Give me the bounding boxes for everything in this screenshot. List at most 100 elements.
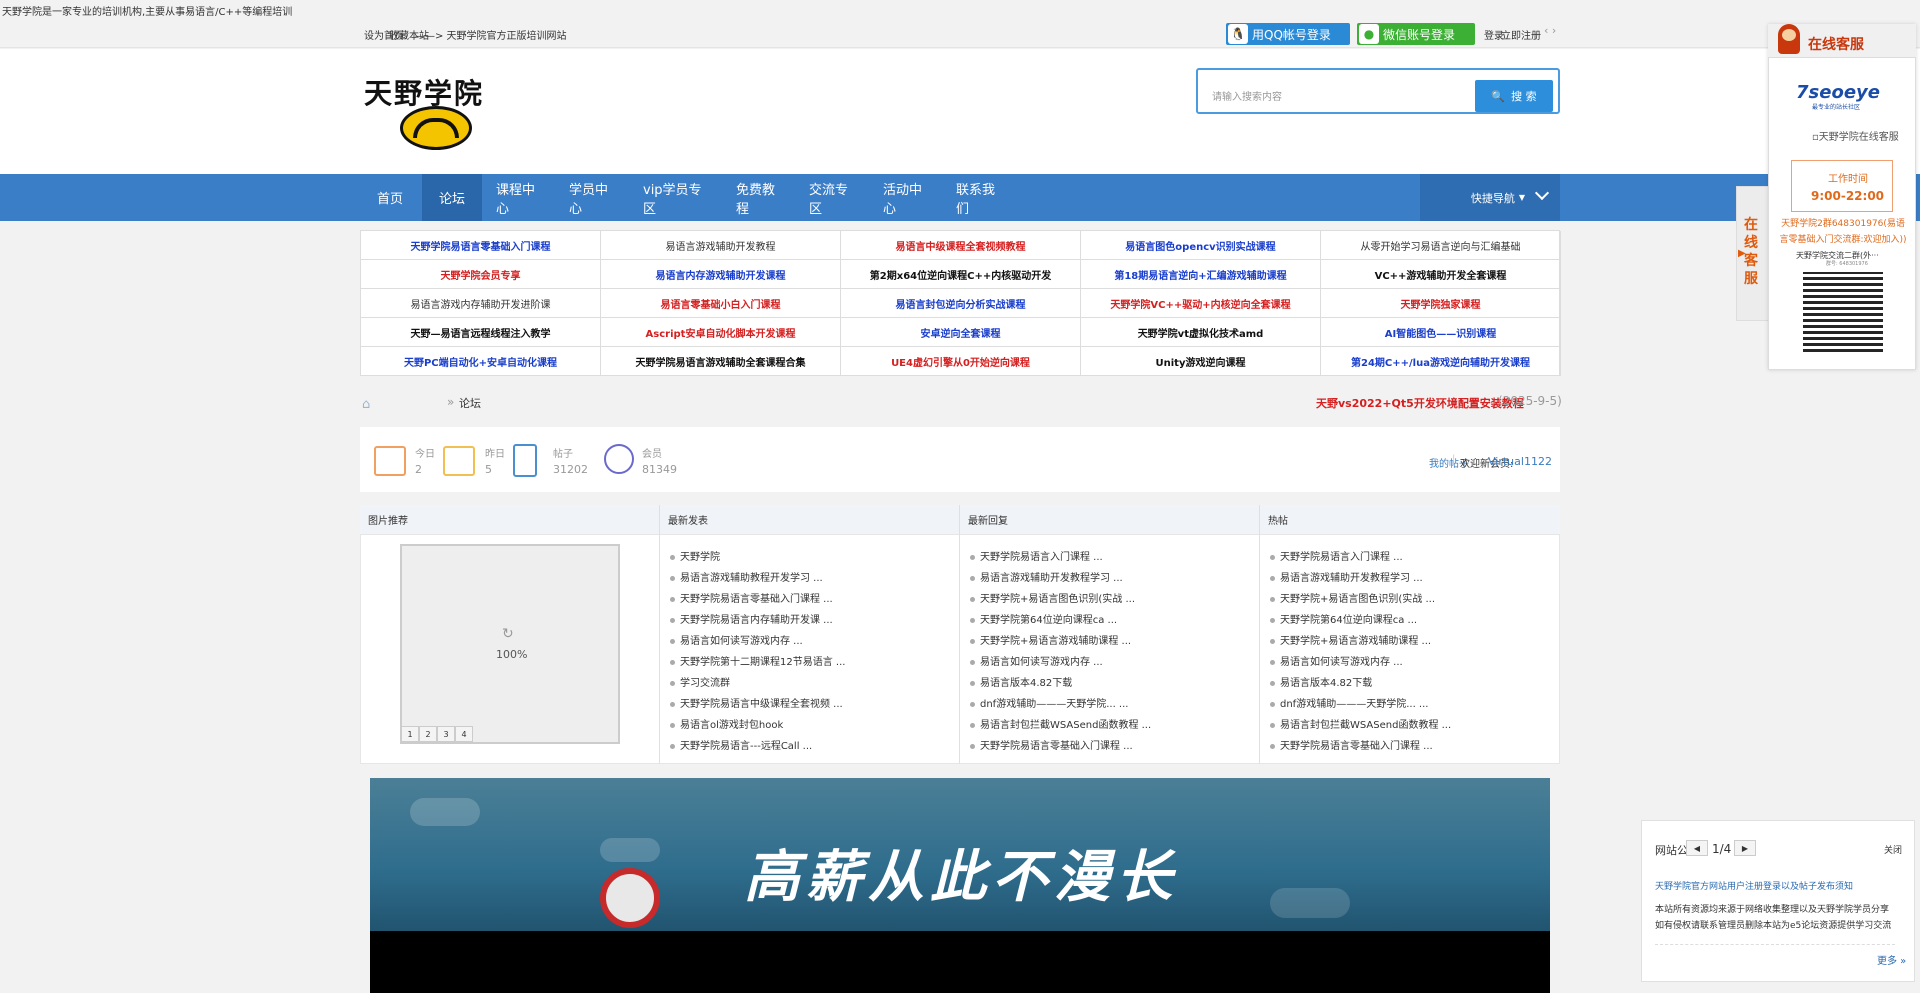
- course-link[interactable]: 天野学院易语言零基础入门课程: [361, 231, 601, 260]
- course-link[interactable]: UE4虚幻引擎从0开始逆向课程: [841, 347, 1081, 376]
- qq-group-info[interactable]: 天野学院2群648301976(易语言零基础入门交流群:欢迎加入)): [1778, 216, 1908, 248]
- latest-reply-item[interactable]: 天野学院+易语言图色识别(实战 ...: [970, 590, 1135, 605]
- image-slider[interactable]: [400, 544, 620, 744]
- nav-item-vip[interactable]: vip学员专区: [643, 174, 711, 221]
- nav-item-activities[interactable]: 活动中心: [883, 174, 931, 221]
- slider-page-2[interactable]: 2: [419, 726, 437, 742]
- course-link[interactable]: 第2期x64位逆向课程C++内核驱动开发: [841, 260, 1081, 289]
- hot-post-item[interactable]: 易语言封包拦截WSASend函数教程 ...: [1270, 716, 1451, 731]
- latest-post-item[interactable]: 天野学院第十二期课程12节易语言 ...: [670, 653, 845, 668]
- news-headline-link[interactable]: 天野vs2022+Qt5开发环境配置安装教程: [1316, 395, 1524, 411]
- course-link[interactable]: 第18期易语言逆向+汇编游戏辅助课程: [1081, 260, 1321, 289]
- course-link[interactable]: Unity游戏逆向课程: [1081, 347, 1321, 376]
- course-link[interactable]: AI智能图色——识别课程: [1321, 318, 1561, 347]
- latest-post-item[interactable]: 天野学院: [670, 548, 720, 563]
- latest-post-item[interactable]: 天野学院易语言零基础入门课程 ...: [670, 590, 833, 605]
- wechat-login-button[interactable]: ● 微信账号登录: [1357, 23, 1475, 45]
- latest-reply-item[interactable]: 易语言封包拦截WSASend函数教程 ...: [970, 716, 1151, 731]
- latest-reply-item[interactable]: 天野学院易语言入门课程 ...: [970, 548, 1103, 563]
- nav-item-courses[interactable]: 课程中心: [496, 174, 544, 221]
- slider-page-4[interactable]: 4: [455, 726, 473, 742]
- nav-item-contact[interactable]: 联系我们: [956, 174, 1004, 221]
- course-link[interactable]: 易语言零基础小白入门课程: [601, 289, 841, 318]
- chevron-down-icon[interactable]: [1534, 185, 1550, 202]
- register-link[interactable]: 立即注册: [1501, 27, 1541, 42]
- course-link[interactable]: 天野学院独家课程: [1321, 289, 1561, 318]
- latest-reply-item[interactable]: 易语言如何读写游戏内存 ...: [970, 653, 1103, 668]
- hot-post-item[interactable]: 天野学院+易语言图色识别(实战 ...: [1270, 590, 1435, 605]
- course-link[interactable]: 天野学院会员专享: [361, 260, 601, 289]
- home-icon[interactable]: ⌂: [362, 397, 370, 412]
- site-logo-text[interactable]: 天野学院: [364, 72, 484, 112]
- new-member-link[interactable]: Virtual1122: [1488, 455, 1552, 468]
- hot-post-item[interactable]: 易语言游戏辅助开发教程学习 ...: [1270, 569, 1423, 584]
- notice-more-link[interactable]: 更多 »: [1877, 952, 1906, 967]
- hot-post-item[interactable]: 天野学院易语言零基础入门课程 ...: [1270, 737, 1433, 752]
- notice-page: 1/4: [1712, 842, 1732, 856]
- site-logo-badge[interactable]: [400, 106, 472, 150]
- latest-post-item[interactable]: 天野学院易语言内存辅助开发课 ...: [670, 611, 833, 626]
- latest-post-item[interactable]: 易语言ol游戏封包hook: [670, 716, 783, 731]
- qq-login-button[interactable]: 🐧 用QQ帐号登录: [1226, 23, 1350, 45]
- breadcrumb-current[interactable]: 论坛: [459, 395, 481, 411]
- course-link[interactable]: 天野学院易语言游戏辅助全套课程合集: [601, 347, 841, 376]
- caret-left-icon: ◀: [1693, 843, 1701, 853]
- latest-post-item[interactable]: 易语言游戏辅助教程开发学习 ...: [670, 569, 823, 584]
- latest-reply-item[interactable]: 易语言版本4.82下载: [970, 674, 1072, 689]
- search-button[interactable]: 🔍 搜 索: [1475, 80, 1553, 112]
- hot-post-item[interactable]: 天野学院+易语言游戏辅助课程 ...: [1270, 632, 1431, 647]
- notice-prev-button[interactable]: ◀: [1686, 840, 1708, 856]
- slider-page-3[interactable]: 3: [437, 726, 455, 742]
- slider-page-1[interactable]: 1: [401, 726, 419, 742]
- course-link[interactable]: 易语言封包逆向分析实战课程: [841, 289, 1081, 318]
- hot-post-item[interactable]: 易语言如何读写游戏内存 ...: [1270, 653, 1403, 668]
- latest-reply-item[interactable]: 易语言游戏辅助开发教程学习 ...: [970, 569, 1123, 584]
- prev-next-arrows-icon[interactable]: ‹ ›: [1544, 24, 1556, 37]
- course-link[interactable]: VC++游戏辅助开发全套课程: [1321, 260, 1561, 289]
- course-link[interactable]: 天野PC端自动化+安卓自动化课程: [361, 347, 601, 376]
- course-link[interactable]: 易语言图色opencv识别实战课程: [1081, 231, 1321, 260]
- nav-item-exchange[interactable]: 交流专区: [809, 174, 857, 221]
- course-link[interactable]: 天野—易语言远程线程注入教学: [361, 318, 601, 347]
- notice-headline-link[interactable]: 天野学院官方网站用户注册登录以及帖子发布须知: [1655, 879, 1905, 892]
- course-link[interactable]: 易语言内存游戏辅助开发课程: [601, 260, 841, 289]
- latest-post-item[interactable]: 天野学院易语言---远程Call ...: [670, 737, 812, 752]
- course-link[interactable]: 从零开始学习易语言逆向与汇编基础: [1321, 231, 1561, 260]
- course-link[interactable]: 天野学院vt虚拟化技术amd: [1081, 318, 1321, 347]
- notice-close-link[interactable]: 关闭: [1884, 843, 1902, 856]
- nav-item-free[interactable]: 免费教程: [736, 174, 784, 221]
- course-link[interactable]: Ascript安卓自动化脚本开发课程: [601, 318, 841, 347]
- nav-item-home[interactable]: 首页: [372, 174, 408, 221]
- latest-reply-item[interactable]: 天野学院易语言零基础入门课程 ...: [970, 737, 1133, 752]
- nav-item-students[interactable]: 学员中心: [569, 174, 617, 221]
- course-link[interactable]: 天野学院VC++驱动+内核逆向全套课程: [1081, 289, 1321, 318]
- latest-post-item[interactable]: 天野学院易语言中级课程全套视频 ...: [670, 695, 843, 710]
- quick-nav-label: 快捷导航: [1470, 191, 1515, 205]
- panel-divider: [959, 505, 960, 764]
- stat-members-label: 会员: [642, 449, 662, 460]
- panel-header-replies: 最新回复: [960, 505, 1260, 535]
- course-link[interactable]: 易语言中级课程全套视频教程: [841, 231, 1081, 260]
- latest-reply-item[interactable]: dnf游戏辅助———天野学院... ...: [970, 695, 1128, 710]
- latest-post-item[interactable]: 易语言如何读写游戏内存 ...: [670, 632, 803, 647]
- hot-post-item[interactable]: 易语言版本4.82下载: [1270, 674, 1372, 689]
- latest-reply-item[interactable]: 天野学院+易语言游戏辅助课程 ...: [970, 632, 1131, 647]
- latest-reply-item[interactable]: 天野学院第64位逆向课程ca ...: [970, 611, 1117, 626]
- hot-post-item[interactable]: 天野学院易语言入门课程 ...: [1270, 548, 1403, 563]
- course-link[interactable]: 易语言游戏辅助开发教程: [601, 231, 841, 260]
- quick-nav-dropdown[interactable]: 快捷导航 ▼: [1466, 174, 1530, 221]
- search-input[interactable]: 请输入搜索内容: [1212, 88, 1412, 103]
- latest-post-item[interactable]: 学习交流群: [670, 674, 730, 689]
- stats-divider: |: [1452, 454, 1456, 465]
- course-link[interactable]: 安卓逆向全套课程: [841, 318, 1081, 347]
- wechat-icon: ●: [1359, 24, 1379, 44]
- notice-next-button[interactable]: ▶: [1734, 840, 1756, 856]
- hot-post-item[interactable]: dnf游戏辅助———天野学院... ...: [1270, 695, 1428, 710]
- hot-post-item[interactable]: 天野学院第64位逆向课程ca ...: [1270, 611, 1417, 626]
- banner-video-area: [370, 931, 1550, 993]
- nav-item-forum[interactable]: 论坛: [422, 174, 482, 221]
- official-site-link[interactable]: ——> 天野学院官方正版培训网站: [415, 27, 567, 42]
- notice-divider: [1655, 944, 1895, 945]
- course-link[interactable]: 第24期C++/lua游戏逆向辅助开发课程: [1321, 347, 1561, 376]
- course-link[interactable]: 易语言游戏内存辅助开发进阶课: [361, 289, 601, 318]
